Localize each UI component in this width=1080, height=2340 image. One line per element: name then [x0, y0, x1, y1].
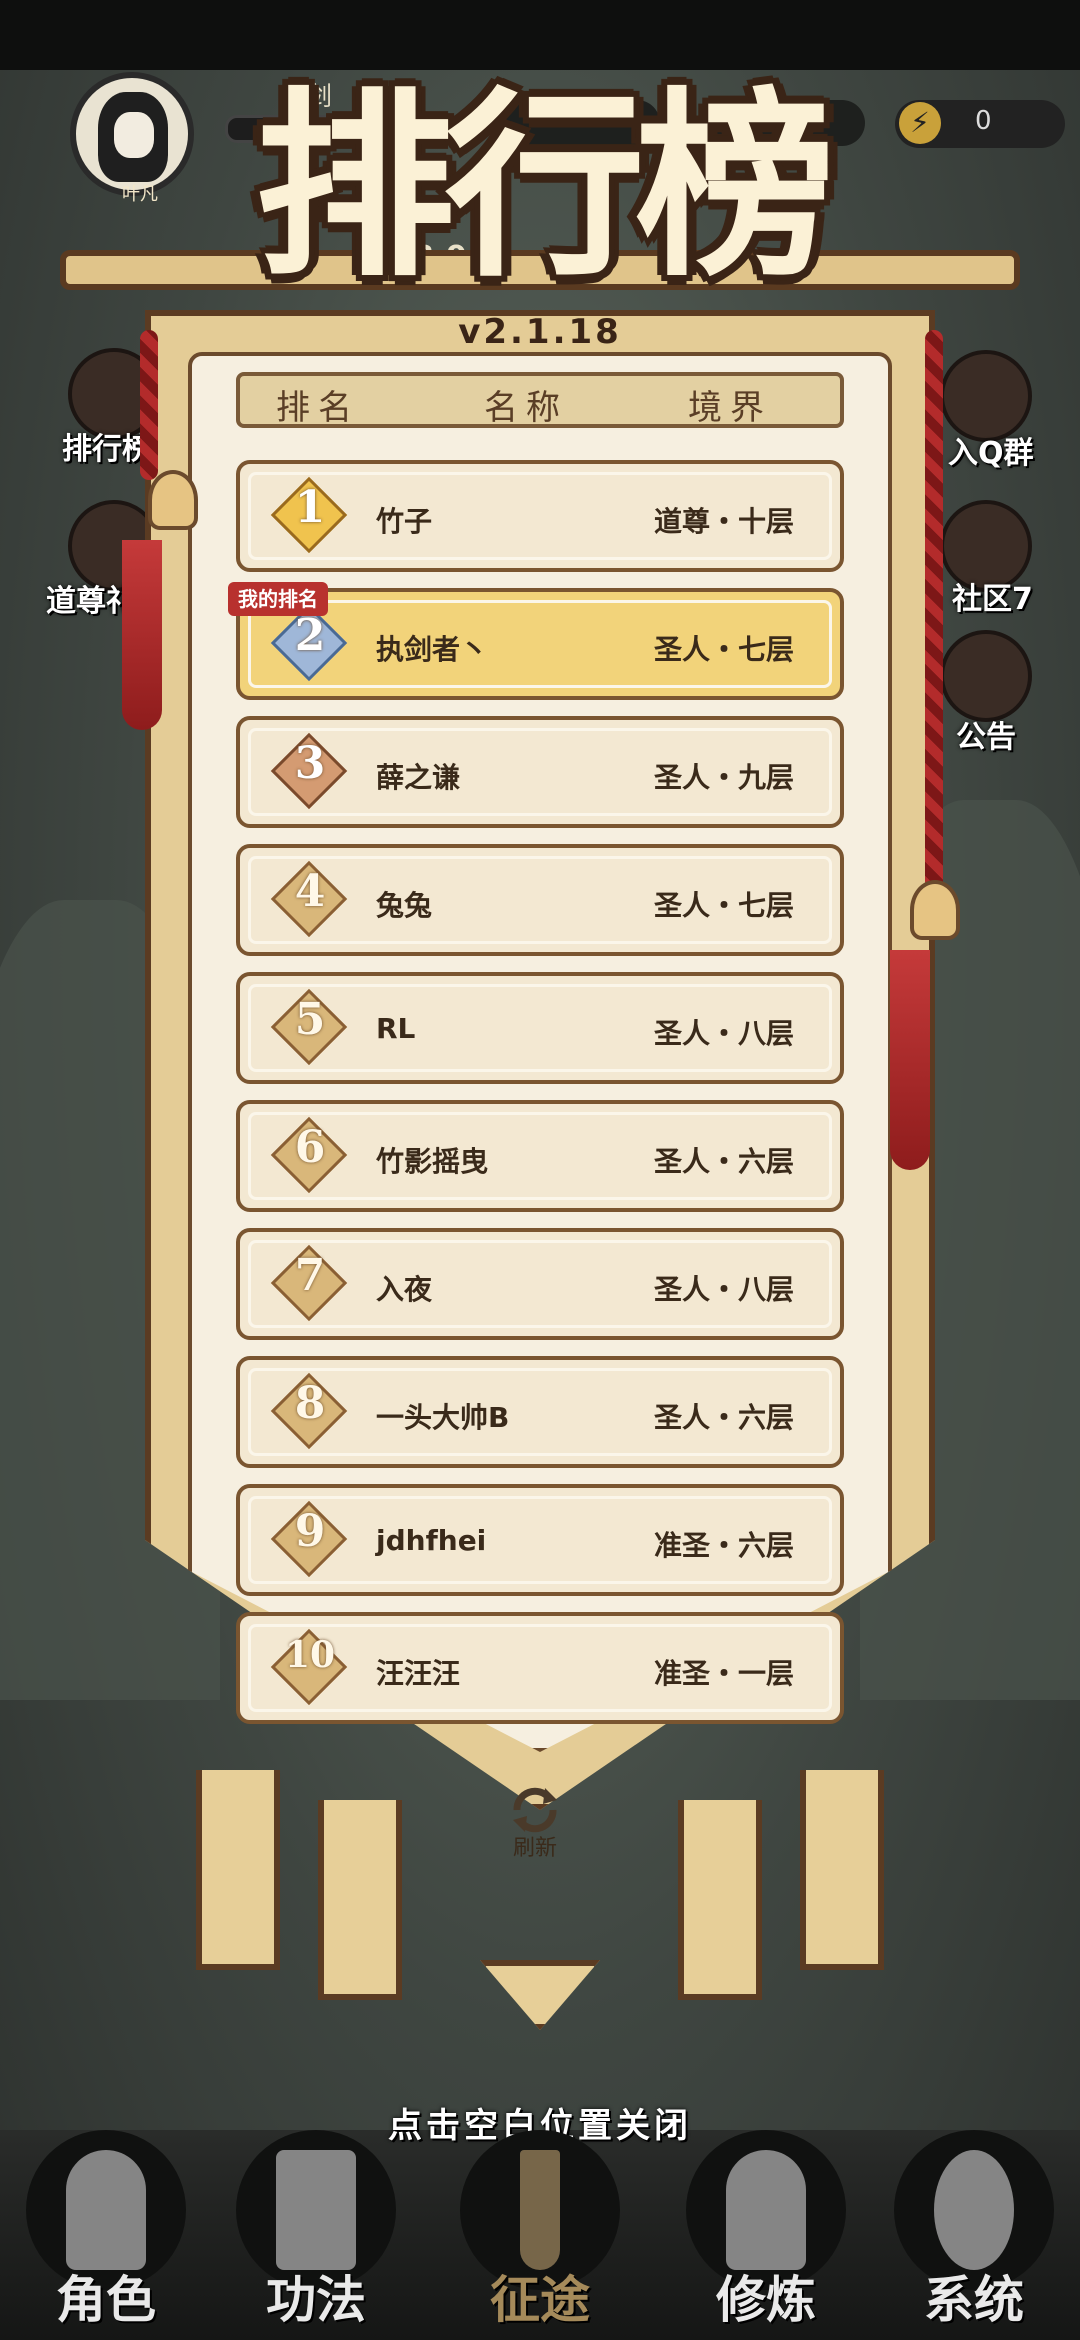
avatar-name: 叶凡	[122, 184, 158, 205]
player-realm: 圣人・七层	[653, 633, 794, 666]
leaderboard-row[interactable]: 5 RL 圣人・八层	[236, 972, 844, 1084]
player-realm: 圣人・七层	[653, 889, 794, 922]
leaderboard-row[interactable]: 3 薛之谦 圣人・九层	[236, 716, 844, 828]
leaderboard-row[interactable]: 9 jdhfhei 准圣・六层	[236, 1484, 844, 1596]
rank-badge-icon: 1	[270, 476, 348, 554]
rank-badge-icon: 4	[270, 860, 348, 938]
player-realm: 圣人・九层	[653, 761, 794, 794]
player-realm: 圣人・六层	[653, 1401, 794, 1434]
nav-cultivation[interactable]: 修炼	[676, 2110, 856, 2340]
side-label-qq[interactable]: 入Q群	[948, 428, 1034, 472]
book-icon	[276, 2150, 356, 2270]
player-avatar[interactable]	[70, 72, 194, 196]
rank-badge-icon: 6	[270, 1116, 348, 1194]
energy-counter[interactable]: ⚡ 0	[895, 100, 1065, 148]
speaker-icon[interactable]	[940, 630, 1032, 722]
leaderboard-row[interactable]: 8 一头大帅B 圣人・六层	[236, 1356, 844, 1468]
rank-badge-icon: 9	[270, 1500, 348, 1578]
player-name: 薛之谦	[376, 761, 461, 794]
tassel-cord-left	[140, 330, 158, 480]
avatar-face	[114, 112, 154, 158]
player-name: 汪汪汪	[376, 1657, 461, 1690]
nav-character[interactable]: 角色	[16, 2110, 196, 2340]
side-label-notice[interactable]: 公告	[956, 712, 1016, 756]
column-realm: 境界	[688, 388, 772, 428]
banner-fringe	[678, 1800, 762, 2000]
rank-badge-icon: 2	[270, 604, 348, 682]
player-realm: 道尊・十层	[653, 505, 794, 538]
player-name: 竹影摇曳	[376, 1145, 489, 1178]
rank-badge-icon: 5	[270, 988, 348, 1066]
tassel-cord-right	[925, 330, 943, 890]
nav-label: 功法	[266, 2271, 366, 2329]
system-character-icon	[934, 2150, 1014, 2270]
energy-value: 0	[975, 106, 992, 136]
nav-label: 征途	[490, 2271, 590, 2329]
lightning-icon: ⚡	[899, 102, 941, 144]
nav-label: 修炼	[716, 2271, 816, 2329]
player-name: 入夜	[376, 1273, 433, 1306]
bell-right	[910, 880, 960, 940]
player-name: 兔兔	[376, 889, 433, 922]
player-realm: 圣人・八层	[653, 1273, 794, 1306]
leaderboard-row[interactable]: 6 竹影摇曳 圣人・六层	[236, 1100, 844, 1212]
rank-badge-icon: 10	[270, 1628, 348, 1706]
table-header: 排名 名称 境界	[236, 372, 844, 428]
nav-skills[interactable]: 功法	[226, 2110, 406, 2340]
player-realm: 圣人・八层	[653, 1017, 794, 1050]
banner-fringe	[800, 1770, 884, 1970]
nav-label: 系统	[924, 2271, 1024, 2329]
nav-label: 角色	[56, 2271, 156, 2329]
player-name: 执剑者丶	[376, 633, 489, 666]
leaderboard-row[interactable]: 1 竹子 道尊・十层	[236, 460, 844, 572]
tassel-right	[890, 950, 930, 1170]
leaderboard-row[interactable]: 7 入夜 圣人・八层	[236, 1228, 844, 1340]
tassel-left	[122, 540, 162, 730]
nav-system[interactable]: 系统	[884, 2110, 1064, 2340]
player-realm: 准圣・六层	[653, 1529, 794, 1562]
player-name: 竹子	[376, 505, 433, 538]
leaderboard-row[interactable]: 10 汪汪汪 准圣・一层	[236, 1612, 844, 1724]
rank-badge-icon: 8	[270, 1372, 348, 1450]
player-name: 一头大帅B	[376, 1401, 510, 1434]
player-realm: 准圣・一层	[653, 1657, 794, 1690]
banner-fringe	[196, 1770, 280, 1970]
nav-journey[interactable]: 征途	[450, 2110, 630, 2340]
character-icon	[66, 2150, 146, 2270]
side-label-community[interactable]: 社区7	[952, 574, 1033, 618]
column-rank: 排名	[276, 388, 360, 428]
refresh-button[interactable]: 刷新	[495, 1830, 575, 1862]
player-name: jdhfhei	[376, 1524, 487, 1557]
player-realm: 圣人・六层	[653, 1145, 794, 1178]
banner-fringe	[318, 1800, 402, 2000]
side-label-leaderboard[interactable]: 排行榜	[62, 424, 152, 468]
sword-icon	[520, 2150, 560, 2270]
rank-badge-icon: 7	[270, 1244, 348, 1322]
status-bar	[0, 0, 1080, 70]
column-name: 名称	[484, 388, 568, 428]
version-label: v2.1.18	[458, 312, 622, 352]
my-rank-tag: 我的排名	[228, 582, 328, 616]
meditation-icon	[726, 2150, 806, 2270]
player-name: RL	[376, 1012, 416, 1045]
leaderboard-row[interactable]: 4 兔兔 圣人・七层	[236, 844, 844, 956]
leaderboard-title: 排行榜	[254, 71, 835, 304]
rank-badge-icon: 3	[270, 732, 348, 810]
bell-left	[148, 470, 198, 530]
